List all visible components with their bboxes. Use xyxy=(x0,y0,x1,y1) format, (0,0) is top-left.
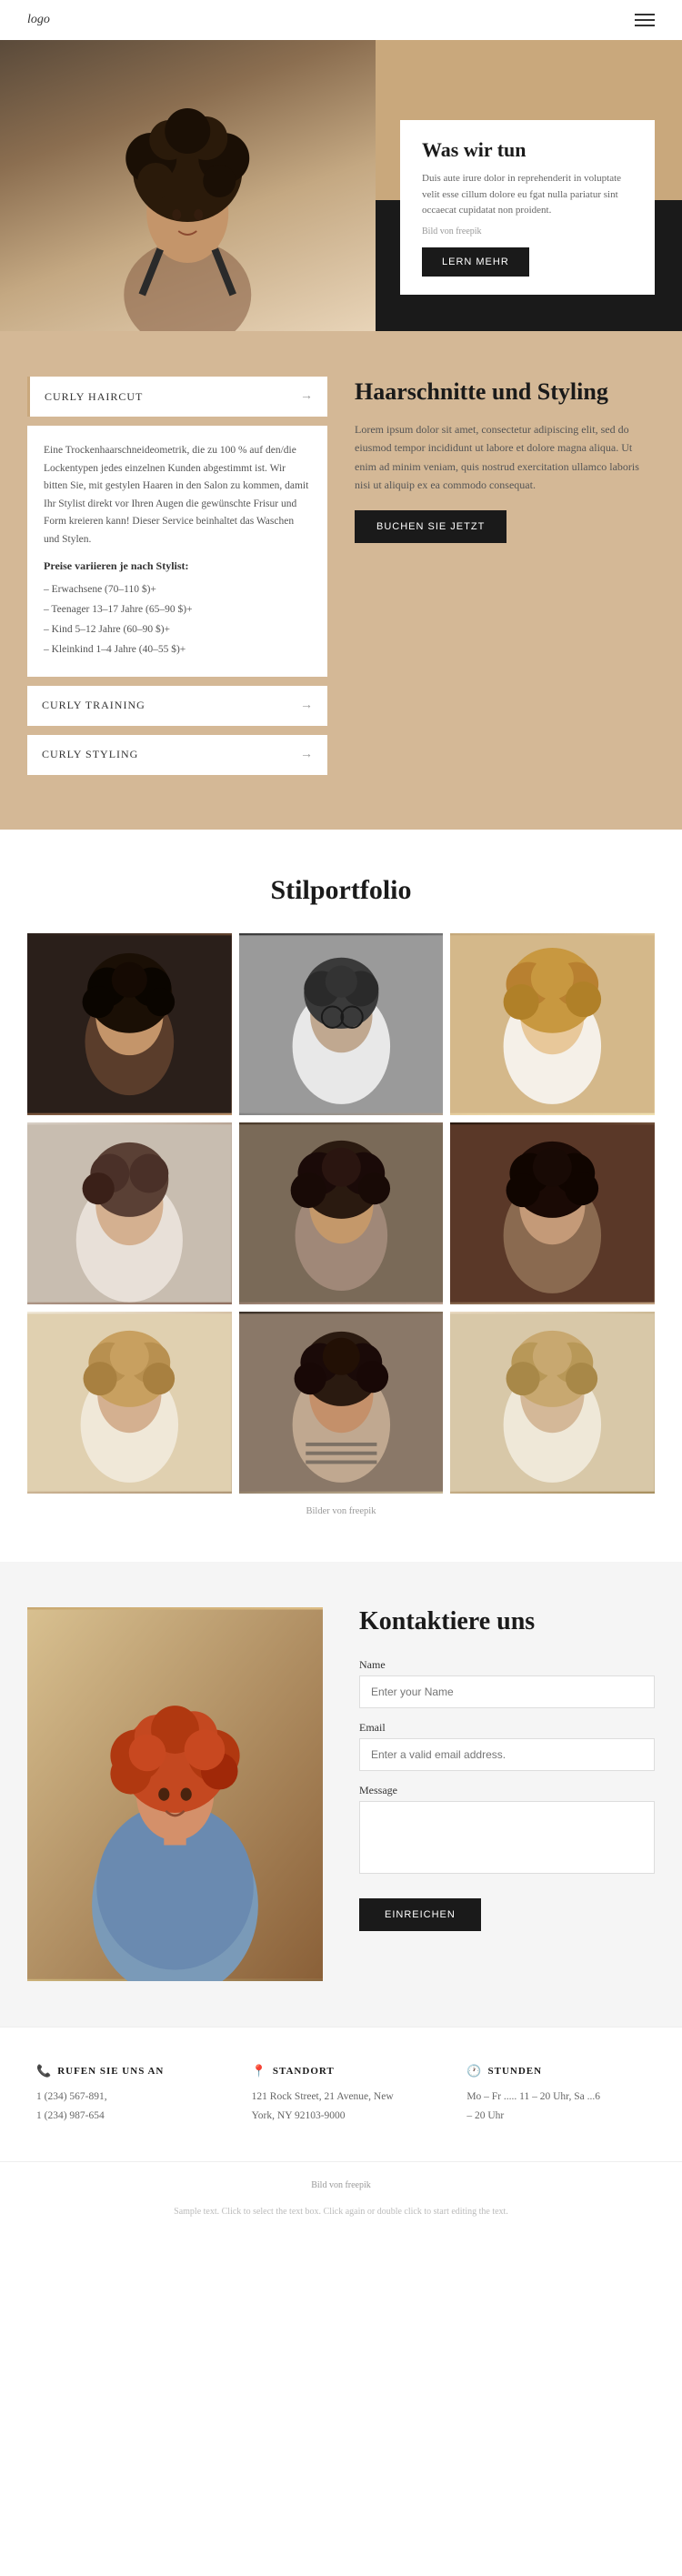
menu-icon[interactable] xyxy=(635,14,655,26)
portfolio-photo-5 xyxy=(239,1122,444,1304)
location-icon: 📍 xyxy=(252,2064,267,2078)
footer-image-credit: Bild von freepik xyxy=(27,2180,655,2190)
hero-content-box: Was wir tun Duis aute irure dolor in rep… xyxy=(400,120,655,295)
services-title: Haarschnitte und Styling xyxy=(355,377,655,408)
portfolio-item-9 xyxy=(450,1312,655,1494)
name-label: Name xyxy=(359,1658,655,1672)
contact-image xyxy=(27,1607,323,1981)
footer-col-phone: 📞 RUFEN SIE UNS AN 1 (234) 567-891, 1 (2… xyxy=(27,2055,225,2134)
portfolio-grid xyxy=(27,933,655,1494)
portfolio-title: Stilportfolio xyxy=(27,875,655,906)
portfolio-item-1 xyxy=(27,933,232,1115)
portfolio-item-5 xyxy=(239,1122,444,1304)
contact-form-area: Kontaktiere uns Name Email Message EINRE… xyxy=(359,1607,655,1981)
service-prices-title: Preise variieren je nach Stylist: xyxy=(44,559,311,573)
price-item-2: – Kind 5–12 Jahre (60–90 $)+ xyxy=(44,620,311,640)
page-bottom: Bild von freepik Sample text. Click to s… xyxy=(0,2161,682,2242)
hero-image-credit: Bild von freepik xyxy=(422,226,633,236)
portfolio-item-8 xyxy=(239,1312,444,1494)
navigation: logo xyxy=(0,0,682,40)
service-detail-text: Eine Trockenhaarschneideometrik, die zu … xyxy=(44,442,311,548)
footer-location-line1: 121 Rock Street, 21 Avenue, New xyxy=(252,2088,431,2107)
hero-person-photo xyxy=(0,40,376,331)
footer-phone-title: 📞 RUFEN SIE UNS AN xyxy=(36,2064,216,2078)
price-item-3: – Kleinkind 1–4 Jahre (40–55 $)+ xyxy=(44,640,311,660)
price-item-1: – Teenager 13–17 Jahre (65–90 $)+ xyxy=(44,600,311,620)
service-label-curly-haircut: CURLY HAIRCUT xyxy=(45,390,143,404)
hero-title: Was wir tun xyxy=(422,138,633,162)
footer-col-location: 📍 STANDORT 121 Rock Street, 21 Avenue, N… xyxy=(243,2055,440,2134)
footer-hours-title: 🕐 STUNDEN xyxy=(466,2064,646,2078)
contact-title: Kontaktiere uns xyxy=(359,1607,655,1636)
submit-button[interactable]: EINREICHEN xyxy=(359,1898,481,1931)
hero-description: Duis aute irure dolor in reprehenderit i… xyxy=(422,171,633,219)
message-label: Message xyxy=(359,1784,655,1797)
services-left: CURLY HAIRCUT → Eine Trockenhaarschneide… xyxy=(27,377,327,784)
footer-location-title: 📍 STANDORT xyxy=(252,2064,431,2078)
portfolio-item-6 xyxy=(450,1122,655,1304)
contact-section: Kontaktiere uns Name Email Message EINRE… xyxy=(0,1562,682,2027)
name-form-group: Name xyxy=(359,1658,655,1708)
service-arrow-curly-haircut: → xyxy=(300,389,313,404)
portfolio-photo-7 xyxy=(27,1312,232,1494)
portfolio-photo-6 xyxy=(450,1122,655,1304)
service-label-curly-training: CURLY TRAINING xyxy=(42,699,145,712)
services-section: CURLY HAIRCUT → Eine Trockenhaarschneide… xyxy=(0,331,682,830)
service-item-curly-training[interactable]: CURLY TRAINING → xyxy=(27,686,327,726)
service-label-curly-styling: CURLY STYLING xyxy=(42,748,138,761)
portfolio-photo-2 xyxy=(239,933,444,1115)
portfolio-section: Stilportfolio xyxy=(0,830,682,1562)
service-prices-list: – Erwachsene (70–110 $)+ – Teenager 13–1… xyxy=(44,580,311,659)
hero-section: Was wir tun Duis aute irure dolor in rep… xyxy=(0,40,682,331)
portfolio-item-4 xyxy=(27,1122,232,1304)
portfolio-item-3 xyxy=(450,933,655,1115)
hero-image xyxy=(0,40,376,331)
services-right: Haarschnitte und Styling Lorem ipsum dol… xyxy=(355,377,655,784)
learn-more-button[interactable]: LERN MEHR xyxy=(422,247,529,277)
clock-icon: 🕐 xyxy=(466,2064,482,2078)
service-arrow-curly-training: → xyxy=(300,699,313,713)
phone-icon: 📞 xyxy=(36,2064,52,2078)
email-input[interactable] xyxy=(359,1738,655,1771)
footer-location-line2: York, NY 92103-9000 xyxy=(252,2107,431,2126)
email-form-group: Email xyxy=(359,1721,655,1771)
message-input[interactable] xyxy=(359,1801,655,1874)
footer-col-hours: 🕐 STUNDEN Mo – Fr ..... 11 – 20 Uhr, Sa … xyxy=(457,2055,655,2134)
service-arrow-curly-styling: → xyxy=(300,748,313,762)
portfolio-photo-3 xyxy=(450,933,655,1115)
sample-text[interactable]: Sample text. Click to select the text bo… xyxy=(27,2199,655,2224)
portfolio-item-2 xyxy=(239,933,444,1115)
footer-hours-line1: Mo – Fr ..... 11 – 20 Uhr, Sa ...6 xyxy=(466,2088,646,2107)
price-item-0: – Erwachsene (70–110 $)+ xyxy=(44,580,311,600)
portfolio-image-credit: Bilder von freepik xyxy=(27,1506,655,1516)
logo: logo xyxy=(27,13,50,27)
service-item-curly-styling[interactable]: CURLY STYLING → xyxy=(27,735,327,775)
portfolio-item-7 xyxy=(27,1312,232,1494)
footer-phone-line1: 1 (234) 567-891, xyxy=(36,2088,216,2107)
message-form-group: Message xyxy=(359,1784,655,1878)
email-label: Email xyxy=(359,1721,655,1735)
service-item-curly-haircut[interactable]: CURLY HAIRCUT → xyxy=(27,377,327,417)
name-input[interactable] xyxy=(359,1675,655,1708)
portfolio-photo-8 xyxy=(239,1312,444,1494)
service-detail-curly-haircut: Eine Trockenhaarschneideometrik, die zu … xyxy=(27,426,327,677)
portfolio-photo-1 xyxy=(27,933,232,1115)
book-now-button[interactable]: BUCHEN SIE JETZT xyxy=(355,510,506,543)
footer-hours-line2: – 20 Uhr xyxy=(466,2107,646,2126)
footer-phone-line2: 1 (234) 987-654 xyxy=(36,2107,216,2126)
footer-info: 📞 RUFEN SIE UNS AN 1 (234) 567-891, 1 (2… xyxy=(0,2027,682,2161)
portfolio-photo-9 xyxy=(450,1312,655,1494)
portfolio-photo-4 xyxy=(27,1122,232,1304)
services-description: Lorem ipsum dolor sit amet, consectetur … xyxy=(355,420,655,495)
